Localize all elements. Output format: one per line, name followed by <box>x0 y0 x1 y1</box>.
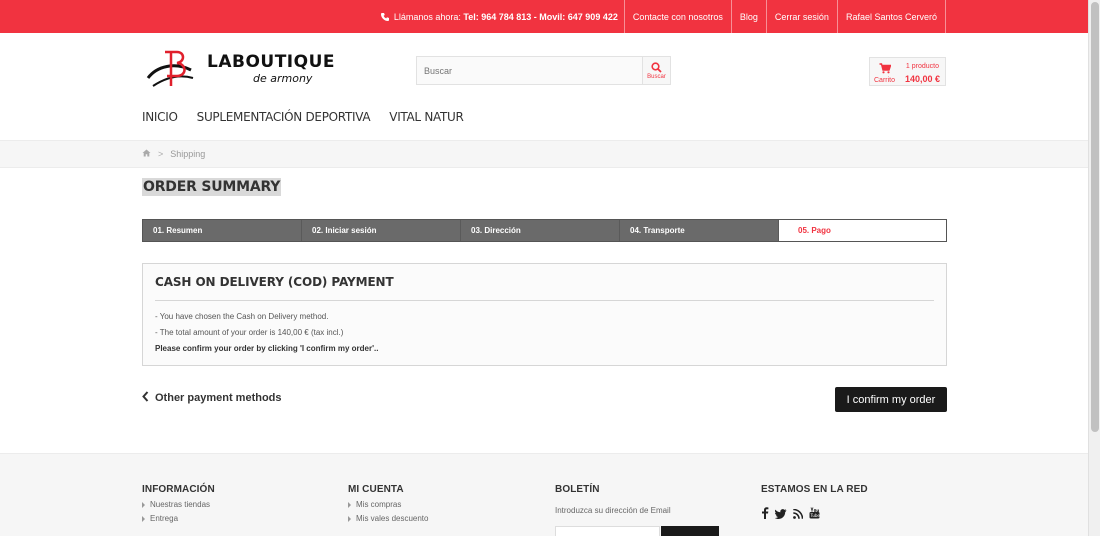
phone-call-label: Llámanos ahora: <box>393 11 461 22</box>
newsletter-email-input[interactable] <box>555 526 660 536</box>
caret-right-icon <box>348 515 351 522</box>
footer-newsletter-column: BOLETÍN Introduzca su dirección de Email <box>555 484 725 536</box>
caret-right-icon <box>142 501 145 508</box>
payment-heading: CASH ON DELIVERY (COD) PAYMENT <box>155 275 394 289</box>
logo-text: LABOUTIQUE <box>207 52 335 72</box>
newsletter-form <box>555 526 719 536</box>
logout-link[interactable]: Cerrar sesión <box>765 0 837 33</box>
rss-icon[interactable] <box>793 506 804 524</box>
page-title: ORDER SUMMARY <box>142 178 282 196</box>
chevron-left-icon <box>142 391 149 405</box>
search-button[interactable]: Buscar <box>642 57 670 84</box>
footer-newsletter-heading: BOLETÍN <box>555 484 600 495</box>
cart-label: Carrito <box>874 77 896 84</box>
cart-icon <box>879 63 891 74</box>
footer-social-column: ESTAMOS EN LA RED Tube <box>761 484 868 524</box>
payment-line-method: - You have chosen the Cash on Delivery m… <box>155 312 329 321</box>
phone-icon <box>380 12 390 22</box>
payment-line-confirm: Please confirm your order by clicking 'I… <box>155 344 379 353</box>
top-bar-links: Llámanos ahora: Tel: 964 784 813 - Movil… <box>380 0 946 33</box>
blog-link[interactable]: Blog <box>730 0 766 33</box>
footer-link-orders[interactable]: Mis compras <box>348 500 428 509</box>
payment-line-total: - The total amount of your order is 140,… <box>155 328 344 337</box>
confirm-order-button[interactable]: I confirm my order <box>835 387 947 412</box>
phone-numbers: Tel: 964 784 813 - Movil: 647 909 422 <box>463 11 618 22</box>
footer-link-vouchers-label: Mis vales descuento <box>356 514 429 523</box>
footer-account-column: MI CUENTA Mis compras Mis vales descuent… <box>348 484 428 523</box>
cart-total: 140,00 € <box>904 74 940 84</box>
footer-link-orders-label: Mis compras <box>356 500 402 509</box>
nav-item-inicio[interactable]: INICIO <box>142 110 178 124</box>
youtube-icon[interactable]: Tube <box>809 506 820 524</box>
nav-item-suplementacion[interactable]: SUPLEMENTACIÓN DEPORTIVA <box>197 110 371 124</box>
footer-link-delivery[interactable]: Entrega <box>142 514 215 523</box>
caret-right-icon <box>142 515 145 522</box>
nav-item-vital-natur[interactable]: VITAL NATUR <box>389 110 464 124</box>
footer-newsletter-text: Introduzca su dirección de Email <box>555 506 671 515</box>
breadcrumb-current: Shipping <box>170 149 206 159</box>
twitter-icon[interactable] <box>774 506 787 524</box>
footer-account-heading: MI CUENTA <box>348 484 404 495</box>
footer-info-column: INFORMACIÓN Nuestras tiendas Entrega <box>142 484 215 523</box>
footer-link-stores[interactable]: Nuestras tiendas <box>142 500 215 509</box>
breadcrumb-bar: > Shipping <box>0 140 1088 168</box>
account-name-link[interactable]: Rafael Santos Cerveró <box>836 0 946 33</box>
phone-info: Llámanos ahora: Tel: 964 784 813 - Movil… <box>380 0 624 33</box>
social-links: Tube <box>761 506 868 524</box>
search-icon <box>651 61 662 73</box>
footer-info-heading: INFORMACIÓN <box>142 484 215 495</box>
step-resumen[interactable]: 01. Resumen <box>143 220 302 241</box>
page-scrollbar[interactable] <box>1088 0 1100 536</box>
step-transporte[interactable]: 04. Transporte <box>620 220 779 241</box>
contact-link[interactable]: Contacte con nosotros <box>623 0 731 33</box>
payment-divider <box>155 300 934 301</box>
step-direccion[interactable]: 03. Dirección <box>461 220 620 241</box>
step-iniciar-sesion[interactable]: 02. Iniciar sesión <box>302 220 461 241</box>
logo-subtitle: de armony <box>253 72 313 85</box>
footer-link-vouchers[interactable]: Mis vales descuento <box>348 514 428 523</box>
footer-link-stores-label: Nuestras tiendas <box>150 500 211 509</box>
cart-button[interactable]: Carrito 1 producto 140,00 € <box>869 57 946 86</box>
footer: INFORMACIÓN Nuestras tiendas Entrega MI … <box>0 453 1088 536</box>
logo[interactable]: LABOUTIQUE de armony <box>145 48 335 90</box>
cart-count: 1 producto <box>905 63 939 70</box>
logo-mark-icon <box>146 50 194 87</box>
search-input[interactable] <box>417 57 643 84</box>
main-nav: INICIO SUPLEMENTACIÓN DEPORTIVA VITAL NA… <box>142 110 483 124</box>
newsletter-submit-button[interactable] <box>661 526 719 536</box>
scrollbar-thumb[interactable] <box>1091 2 1099 432</box>
search-box: Buscar <box>416 56 671 85</box>
top-bar: Llámanos ahora: Tel: 964 784 813 - Movil… <box>0 0 1088 33</box>
step-pago: 05. Pago <box>779 220 946 241</box>
payment-box: CASH ON DELIVERY (COD) PAYMENT - You hav… <box>142 263 947 366</box>
page: Llámanos ahora: Tel: 964 784 813 - Movil… <box>0 0 1100 536</box>
breadcrumb-separator: > <box>158 149 164 159</box>
other-payment-methods-label: Other payment methods <box>155 392 282 404</box>
caret-right-icon <box>348 501 351 508</box>
other-payment-methods-link[interactable]: Other payment methods <box>142 391 282 405</box>
home-icon[interactable] <box>142 149 151 159</box>
facebook-icon[interactable] <box>761 506 769 524</box>
footer-link-delivery-label: Entrega <box>150 514 179 523</box>
svg-text:Tube: Tube <box>810 513 821 518</box>
search-button-label: Buscar <box>647 73 666 80</box>
footer-social-heading: ESTAMOS EN LA RED <box>761 484 868 495</box>
breadcrumb: > Shipping <box>142 149 205 159</box>
checkout-steps: 01. Resumen 02. Iniciar sesión 03. Direc… <box>142 219 947 242</box>
